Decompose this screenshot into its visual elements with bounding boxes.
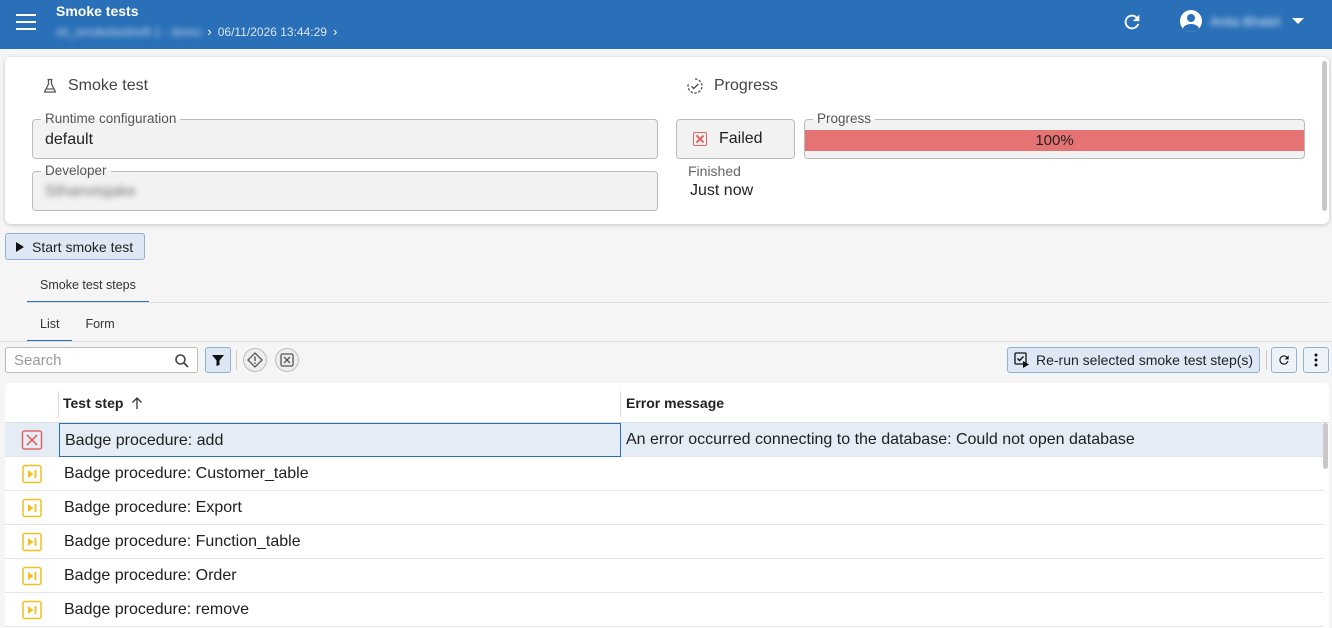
menu-icon[interactable] — [16, 14, 36, 30]
column-header-error-message[interactable]: Error message — [626, 395, 724, 411]
toolbar-separator — [1266, 350, 1267, 370]
table-row[interactable]: Badge procedure: Export — [5, 491, 1323, 525]
progress-heading: Progress — [686, 77, 778, 95]
grid-header: Test step Error message — [5, 383, 1329, 423]
cell-test-step[interactable]: Badge procedure: Function_table — [59, 525, 621, 559]
rerun-selected-button[interactable]: Re-run selected smoke test step(s) — [1007, 347, 1260, 373]
table-row[interactable]: Badge procedure: Customer_table — [5, 457, 1323, 491]
runtime-config-field[interactable]: Runtime configuration default — [32, 111, 658, 159]
finished-label: Finished — [688, 163, 741, 179]
tab-smoke-test-steps[interactable]: Smoke test steps — [27, 270, 149, 303]
progress-heading-text: Progress — [714, 77, 779, 94]
refresh-grid-button[interactable] — [1271, 347, 1297, 373]
card-scrollbar[interactable] — [1322, 61, 1327, 211]
table-row[interactable]: Badge procedure: remove — [5, 593, 1323, 627]
skipped-status-icon — [21, 600, 43, 625]
progress-text: 100% — [1035, 132, 1074, 149]
breadcrumb-item-run[interactable]: 06/11/2026 13:44:29 — [218, 25, 327, 39]
cell-test-step[interactable]: Badge procedure: add — [59, 423, 621, 457]
sort-ascending-icon — [132, 397, 143, 409]
divider — [27, 302, 1329, 303]
skipped-status-icon — [21, 498, 43, 523]
more-vertical-icon — [1314, 353, 1318, 367]
test-steps-grid: Test step Error message Badge procedure:… — [5, 383, 1329, 628]
failed-status-icon — [21, 430, 43, 455]
rerun-icon — [1014, 352, 1029, 368]
column-header-test-step[interactable]: Test step — [63, 395, 143, 411]
progress-field: Progress 100% — [804, 111, 1305, 159]
runtime-config-label: Runtime configuration — [41, 111, 181, 126]
developer-value: Sthanvisjake — [45, 183, 136, 200]
smoke-test-card: Smoke test Runtime configuration default… — [5, 57, 1329, 224]
table-row[interactable]: Badge procedure: add An error occurred co… — [5, 423, 1323, 457]
chevron-right-icon: › — [207, 24, 212, 39]
column-separator — [620, 391, 621, 417]
app-bar: Smoke tests sh_smokebedrieft 1 - demo › … — [0, 0, 1332, 49]
failed-icon — [693, 132, 707, 146]
search-icon[interactable] — [174, 353, 190, 369]
status-badge: Failed — [676, 119, 795, 159]
skipped-status-icon — [21, 566, 43, 591]
breadcrumb: sh_smokebedrieft 1 - demo › 06/11/2026 1… — [56, 24, 337, 39]
filter-button[interactable] — [205, 347, 231, 373]
cancel-filter-button[interactable] — [275, 348, 299, 372]
column-header-test-step-label: Test step — [63, 395, 124, 411]
runtime-config-value: default — [45, 131, 94, 148]
play-icon — [16, 241, 24, 252]
progress-check-icon — [687, 78, 703, 94]
refresh-icon[interactable] — [1121, 11, 1143, 33]
caret-down-icon — [1292, 18, 1305, 24]
search-input[interactable] — [14, 350, 164, 370]
user-menu[interactable]: Anita Bhatel — [1180, 10, 1305, 32]
page-title: Smoke tests — [56, 3, 139, 19]
cell-test-step[interactable]: Badge procedure: Export — [59, 491, 621, 525]
chevron-right-icon: › — [332, 24, 338, 39]
developer-field[interactable]: Developer Sthanvisjake — [32, 163, 658, 211]
cell-error-message[interactable]: An error occurred connecting to the data… — [626, 423, 1135, 456]
clear-filter-button[interactable] — [243, 348, 267, 372]
divider — [0, 341, 1332, 342]
cell-test-step[interactable]: Badge procedure: remove — [59, 593, 621, 627]
smoke-test-heading: Smoke test — [42, 77, 148, 95]
flask-icon — [43, 78, 57, 93]
cell-test-step[interactable]: Badge procedure: Customer_table — [59, 457, 621, 491]
main-tabs: Smoke test steps — [27, 270, 149, 303]
table-row[interactable]: Badge procedure: Order — [5, 559, 1323, 593]
toolbar-separator — [236, 350, 237, 370]
start-smoke-test-label: Start smoke test — [32, 238, 134, 255]
view-tabs: List Form — [27, 309, 128, 342]
grid-scrollbar[interactable] — [1323, 423, 1328, 469]
status-text: Failed — [719, 130, 763, 147]
skipped-status-icon — [21, 532, 43, 557]
diamond-warning-icon — [247, 352, 263, 368]
filter-icon — [212, 355, 224, 366]
column-header-error-message-label: Error message — [626, 395, 725, 411]
search-box — [5, 347, 198, 373]
rerun-selected-label: Re-run selected smoke test step(s) — [1036, 352, 1254, 368]
start-smoke-test-button[interactable]: Start smoke test — [5, 233, 145, 260]
tab-form[interactable]: Form — [72, 309, 127, 342]
close-box-icon — [280, 353, 294, 367]
progress-bar: 100% — [805, 130, 1304, 151]
tab-list[interactable]: List — [27, 309, 73, 342]
breadcrumb-item-application[interactable]: sh_smokebedrieft 1 - demo — [56, 25, 201, 39]
progress-label: Progress — [813, 111, 876, 126]
developer-label: Developer — [41, 163, 111, 178]
smoke-test-heading-text: Smoke test — [68, 77, 149, 94]
refresh-icon — [1279, 355, 1289, 365]
finished-value: Just now — [690, 182, 754, 199]
table-row[interactable]: Badge procedure: Function_table — [5, 525, 1323, 559]
skipped-status-icon — [21, 464, 43, 489]
user-name: Anita Bhatel — [1210, 13, 1281, 29]
column-separator — [58, 391, 59, 417]
more-options-button[interactable] — [1303, 347, 1329, 373]
account-icon — [1180, 10, 1202, 32]
cell-test-step[interactable]: Badge procedure: Order — [59, 559, 621, 593]
